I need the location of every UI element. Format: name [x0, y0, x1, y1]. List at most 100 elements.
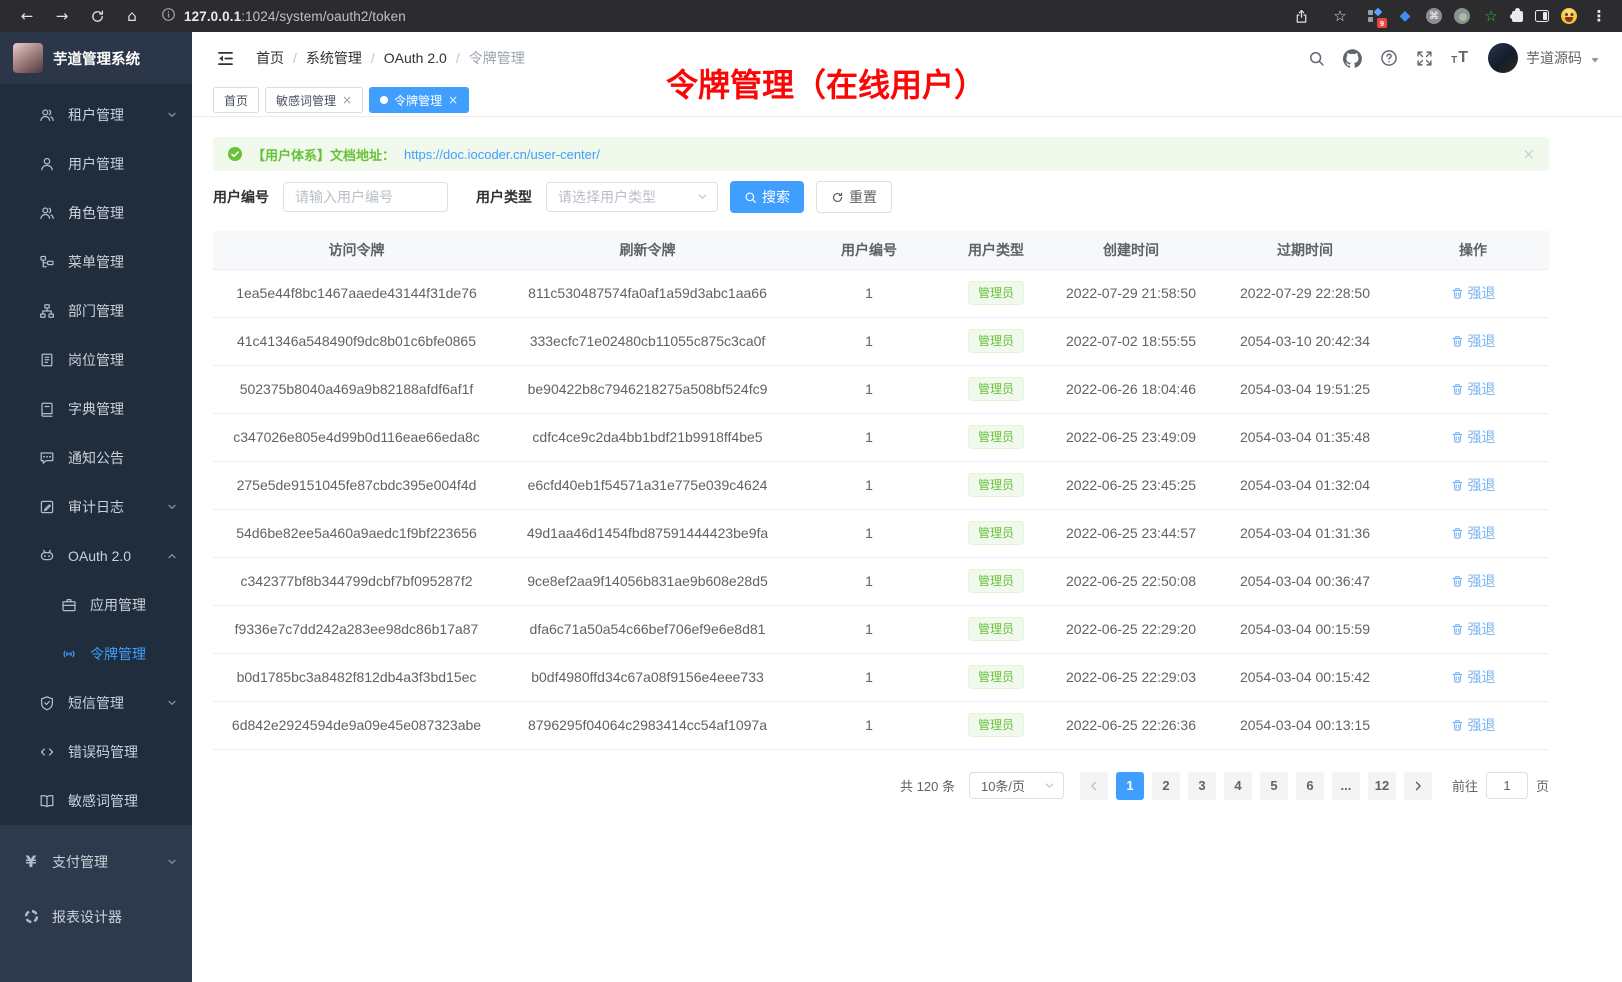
- fullscreen-icon[interactable]: [1416, 50, 1433, 67]
- force-logout-button[interactable]: 强退: [1451, 379, 1496, 399]
- github-icon[interactable]: [1343, 49, 1362, 68]
- side-panel-icon[interactable]: [1535, 10, 1549, 22]
- doc-link[interactable]: https://doc.iocoder.cn/user-center/: [404, 147, 600, 162]
- user-type-select[interactable]: [546, 182, 718, 212]
- goto-page-input[interactable]: [1486, 772, 1528, 799]
- sidebar-menu-bottom: ¥支付管理报表设计器: [0, 825, 192, 982]
- force-logout-button[interactable]: 强退: [1451, 427, 1496, 447]
- force-logout-button[interactable]: 强退: [1451, 331, 1496, 351]
- forward-icon[interactable]: →: [49, 3, 75, 29]
- breadcrumb-item[interactable]: OAuth 2.0: [384, 50, 447, 66]
- prev-page-button[interactable]: [1080, 772, 1108, 800]
- sidebar-item-error-code[interactable]: 错误码管理: [0, 727, 192, 776]
- sidebar-item-audit-log[interactable]: 审计日志: [0, 482, 192, 531]
- sidebar-item-sms[interactable]: 短信管理: [0, 678, 192, 727]
- search-icon[interactable]: [1308, 50, 1325, 67]
- sidebar-item-role[interactable]: 角色管理: [0, 188, 192, 237]
- chevron-down-icon: [166, 109, 178, 121]
- reload-icon[interactable]: [84, 3, 110, 29]
- sidebar-item-sensitive-word[interactable]: 敏感词管理: [0, 776, 192, 825]
- sidebar-item-tenant[interactable]: 租户管理: [0, 90, 192, 139]
- page-button-6[interactable]: 6: [1296, 772, 1324, 800]
- search-button[interactable]: 搜索: [730, 181, 804, 213]
- page-button-1[interactable]: 1: [1116, 772, 1144, 800]
- sidebar-item-notice[interactable]: 通知公告: [0, 433, 192, 482]
- force-logout-button[interactable]: 强退: [1451, 283, 1496, 303]
- page-button-4[interactable]: 4: [1224, 772, 1252, 800]
- actions-cell: 强退: [1397, 269, 1549, 317]
- tab-sensitive-word[interactable]: 敏感词管理×: [265, 87, 363, 113]
- force-logout-button[interactable]: 强退: [1451, 523, 1496, 543]
- tab-home[interactable]: 首页: [213, 87, 259, 113]
- force-logout-button[interactable]: 强退: [1451, 571, 1496, 591]
- force-logout-button[interactable]: 强退: [1451, 715, 1496, 735]
- back-icon[interactable]: ←: [14, 3, 40, 29]
- sidebar-item-oauth2-token[interactable]: 令牌管理: [0, 629, 192, 678]
- create-time-cell: 2022-06-25 22:26:36: [1049, 701, 1213, 749]
- user-type-label: 用户类型: [476, 187, 532, 207]
- font-size-icon[interactable]: TT: [1451, 50, 1468, 66]
- user-id-cell: 1: [795, 461, 943, 509]
- sidebar-item-user[interactable]: 用户管理: [0, 139, 192, 188]
- gem-icon[interactable]: [1396, 7, 1414, 25]
- collapse-sidebar-button[interactable]: [216, 49, 235, 68]
- reset-button[interactable]: 重置: [816, 181, 892, 213]
- chevron-down-icon: [166, 501, 178, 513]
- help-icon[interactable]: [1380, 49, 1398, 67]
- tenants-icon: [38, 107, 56, 123]
- tab-token[interactable]: 令牌管理×: [369, 87, 469, 113]
- create-time-cell: 2022-06-25 23:49:09: [1049, 413, 1213, 461]
- record-icon[interactable]: [1454, 8, 1470, 24]
- page-button-3[interactable]: 3: [1188, 772, 1216, 800]
- table-row: 41c41346a548490f9dc8b01c6bfe0865333ecfc7…: [213, 317, 1549, 365]
- extensions-grid-icon[interactable]: 9: [1366, 7, 1384, 25]
- user-type-badge: 管理员: [968, 665, 1024, 689]
- page-button-12[interactable]: 12: [1368, 772, 1396, 800]
- puzzle-icon[interactable]: [1512, 11, 1523, 22]
- create-time-cell: 2022-06-25 22:50:08: [1049, 557, 1213, 605]
- yen-icon: ¥: [22, 854, 40, 870]
- sidebar-item-dict[interactable]: 字典管理: [0, 384, 192, 433]
- page-size-select[interactable]: 10条/页: [969, 772, 1064, 799]
- green-star-icon[interactable]: [1482, 7, 1500, 25]
- sidebar-item-oauth2[interactable]: OAuth 2.0: [0, 531, 192, 580]
- close-icon[interactable]: ×: [448, 94, 458, 106]
- force-logout-button[interactable]: 强退: [1451, 619, 1496, 639]
- next-page-button[interactable]: [1404, 772, 1432, 800]
- close-icon[interactable]: ×: [342, 94, 352, 106]
- breadcrumb-item[interactable]: 系统管理: [306, 48, 362, 68]
- sidebar-item-dept[interactable]: 部门管理: [0, 286, 192, 335]
- share-icon[interactable]: [1288, 3, 1314, 29]
- more-pages-button[interactable]: ...: [1332, 772, 1360, 800]
- command-icon[interactable]: [1426, 8, 1442, 24]
- sidebar-item-report-designer[interactable]: 报表设计器: [0, 889, 192, 944]
- page-button-2[interactable]: 2: [1152, 772, 1180, 800]
- goto-page: 前往 页: [1452, 772, 1549, 799]
- tab-label: 首页: [224, 92, 248, 109]
- kebab-menu-icon[interactable]: [1590, 7, 1608, 25]
- table-row: 6d842e2924594de9a09e45e087323abe8796295f…: [213, 701, 1549, 749]
- sidebar-item-post[interactable]: 岗位管理: [0, 335, 192, 384]
- address-bar[interactable]: 127.0.0.1:1024/system/oauth2/token: [161, 7, 1288, 25]
- user-id-label: 用户编号: [213, 187, 269, 207]
- page-button-5[interactable]: 5: [1260, 772, 1288, 800]
- url-path: :1024/system/oauth2/token: [241, 9, 406, 24]
- delete-icon: [1451, 719, 1464, 732]
- user-id-input[interactable]: [283, 182, 448, 212]
- sidebar-item-pay[interactable]: ¥支付管理: [0, 834, 192, 889]
- home-icon[interactable]: ⌂: [119, 3, 145, 29]
- refresh-token-cell: 8796295f04064c2983414cc54af1097a: [500, 701, 795, 749]
- close-icon[interactable]: ×: [1522, 145, 1535, 163]
- user-type-select-input[interactable]: [546, 182, 718, 212]
- sidebar-item-label: 菜单管理: [68, 252, 124, 272]
- force-logout-button[interactable]: 强退: [1451, 475, 1496, 495]
- user-menu[interactable]: 芋道源码: [1488, 43, 1600, 73]
- sidebar-item-menu[interactable]: 菜单管理: [0, 237, 192, 286]
- app-logo[interactable]: 芋道管理系统: [0, 32, 192, 84]
- emoji-icon[interactable]: [1561, 8, 1577, 24]
- breadcrumb-item[interactable]: 首页: [256, 48, 284, 68]
- bookmark-star-icon[interactable]: ☆: [1327, 3, 1353, 29]
- search-form: 用户编号 用户类型 搜索 重置: [213, 181, 1549, 213]
- force-logout-button[interactable]: 强退: [1451, 667, 1496, 687]
- sidebar-item-oauth2-app[interactable]: 应用管理: [0, 580, 192, 629]
